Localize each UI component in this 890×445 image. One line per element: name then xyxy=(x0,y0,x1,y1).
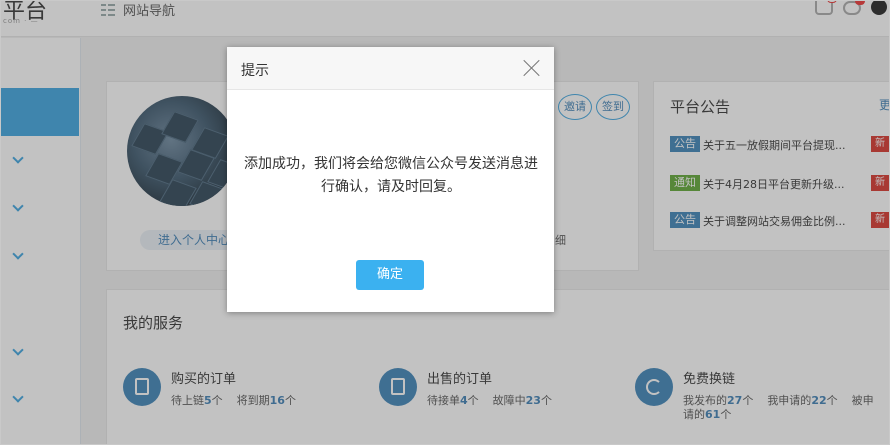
dialog-title: 提示 xyxy=(241,63,269,79)
dialog-header: 提示 xyxy=(227,47,554,90)
alert-dialog: 提示 添加成功，我们将会给您微信公众号发送消息进行确认，请及时回复。 确定 xyxy=(227,47,554,312)
page-frame: 平台 com · — 网站导航 进入个人中心 邀请 签到 细 平台公告 更 公告… xyxy=(0,0,890,445)
dialog-message: 添加成功，我们将会给您微信公众号发送消息进行确认，请及时回复。 xyxy=(244,156,538,195)
confirm-button[interactable]: 确定 xyxy=(356,260,424,290)
close-icon[interactable] xyxy=(522,57,542,77)
